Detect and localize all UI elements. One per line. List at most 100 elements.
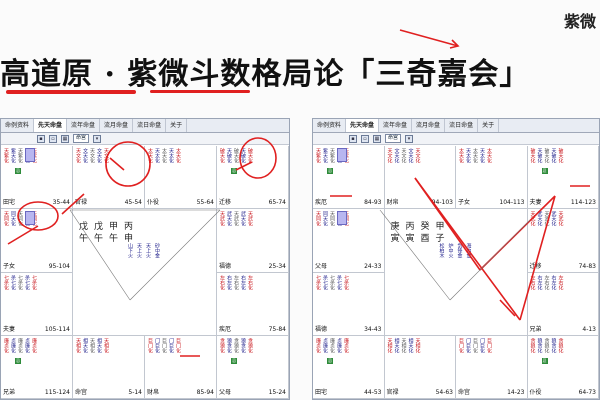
- palace-cell[interactable]: 贪狼化 狼贪化 贪狼化 狼贪化 贪狼化 父母 15-24 忌: [217, 335, 289, 399]
- tab-case-info[interactable]: 命例资料: [313, 119, 347, 132]
- star-column: 门巨化: [168, 337, 174, 353]
- save-icon[interactable]: ▪: [349, 134, 357, 143]
- palace-cell[interactable]: 巨门化 门巨化 巨门化 门巨化 巨门化 财帛 85-94: [145, 335, 217, 399]
- grid-icon[interactable]: ▦: [373, 134, 381, 143]
- tab-natal-chart[interactable]: 先天命盘: [346, 119, 380, 132]
- star-column: 天武化: [529, 211, 536, 227]
- chevron-down-icon[interactable]: ▾: [405, 134, 414, 143]
- nayin-columns: 松柏木 炉中火 剑锋金 海中金: [439, 243, 472, 258]
- tab-natal-chart[interactable]: 先天命盘: [34, 119, 68, 132]
- marker-badge: 忌: [15, 168, 21, 174]
- star-column: 天太化: [154, 148, 160, 163]
- marker-badge: 忌: [231, 168, 237, 174]
- chevron-down-icon[interactable]: ▾: [93, 134, 102, 143]
- star-column: 廉贞化: [3, 337, 9, 353]
- palace-cell[interactable]: 巨门化 门巨化 巨门化 门巨化 巨门化 命宫 14-23: [456, 335, 528, 399]
- print-icon[interactable]: ▫: [49, 134, 57, 143]
- palace-cell[interactable]: 天武化 武天化 天武化 武天化 天武化 福德 25-34: [217, 209, 289, 273]
- palace-cell[interactable]: 左右化 右左化 左右化 右左化 左右化 疾厄 75-84: [217, 272, 289, 336]
- palace-cell[interactable]: 天同化同天化天同化同天化天同化父母 24-33: [313, 209, 385, 273]
- star-column: 文天化: [407, 148, 414, 163]
- star-list: 左右化 右左化 左右化 右左化 左右化: [219, 275, 286, 290]
- tab-case-info[interactable]: 命例资料: [1, 119, 35, 132]
- palace-name: 命宫: [75, 389, 88, 396]
- palace-name: 迁移: [529, 262, 542, 270]
- palace-cell[interactable]: 七杀化 杀七化 七杀化 杀七化 七杀化 福德 34-43: [313, 272, 385, 336]
- star-column: 天文化: [386, 148, 393, 163]
- star-column: 天文化: [400, 148, 407, 163]
- left-chart-grid: 天紫化紫天化天紫化紫天化天紫化田宅35-44忌天文化文天化天文化文天化天文化官禄…: [1, 146, 289, 399]
- palace-cell[interactable]: 天武化 武天化 天武化 武天化 天武化 迁移 74-83: [527, 209, 599, 273]
- palace-cell[interactable]: 天文化 文天化 天文化 文天化 天文化 财帛 94-103: [384, 146, 456, 210]
- star-column: 廉贞化: [31, 337, 37, 353]
- palace-name: 兄弟: [529, 325, 542, 333]
- star-column: 武天化: [550, 211, 557, 227]
- star-column: 七杀化: [17, 274, 23, 290]
- star-column: 相天化: [407, 337, 414, 353]
- palace-cell[interactable]: 天紫化紫天化天紫化紫天化天紫化田宅 35-44 忌: [1, 146, 73, 210]
- star-column: 破天化: [233, 148, 239, 163]
- palace-cell[interactable]: 左右化 右左化 左右化 右左化 左右化 兄弟 4-13: [527, 272, 599, 336]
- star-column: 同天化: [10, 211, 16, 227]
- grid-icon[interactable]: ▦: [61, 134, 69, 143]
- tab-daily-chart[interactable]: 流日命盘: [133, 119, 167, 132]
- palace-cell[interactable]: 天紫化紫天化天紫化紫天化天紫化疾厄 84-93 忌: [313, 146, 385, 210]
- tab-about[interactable]: 关于: [166, 119, 188, 132]
- save-icon[interactable]: ▪: [37, 134, 45, 143]
- marker-badge: 忌: [327, 168, 333, 174]
- palace-name: 福德: [315, 325, 328, 333]
- palace-cell[interactable]: 天相化 相天化 天相化 相天化 天相化 官禄 54-63: [384, 335, 456, 399]
- age-range: 115-124: [44, 389, 70, 396]
- star-column: 天太化: [465, 148, 471, 163]
- star-column: 武天化: [226, 211, 232, 227]
- palace-cell[interactable]: 太天化 天太化 太天化 天太化 太天化 仆役 55-64: [145, 146, 217, 210]
- palace-cell[interactable]: 太天化 天太化 太天化 天太化 太天化 子女 104-113: [456, 146, 528, 210]
- nayin: 天上火: [145, 243, 151, 259]
- star-column: 左右化: [219, 274, 225, 290]
- page-title: 高道原 · 紫微斗数格局论「三奇嘉会」: [0, 57, 531, 92]
- star-column: 紫天化: [10, 148, 16, 163]
- palace-cell[interactable]: 七杀化 杀七化 七杀化 杀七化 七杀化 夫妻 105-114: [1, 272, 73, 336]
- palace-cell[interactable]: 破天化 天破化 破天化 天破化 破天化 夫妻 114-123 忌: [527, 146, 599, 210]
- highlighted-star: [25, 211, 35, 226]
- star-list: 天紫化紫天化天紫化紫天化天紫化: [3, 148, 70, 163]
- tab-yearly-chart[interactable]: 流年命盘: [67, 119, 101, 132]
- palace-cell[interactable]: 廉贞化 贞廉化 廉贞化 贞廉化 廉贞化 兄弟 115-124 忌: [1, 335, 73, 399]
- marker-badge: 忌: [541, 168, 548, 174]
- age-range: 45-54: [124, 199, 142, 207]
- palace-cell[interactable]: 天文化 文天化 天文化 文天化 天文化 官禄 45-54: [73, 146, 145, 210]
- branch: 寅: [390, 234, 400, 245]
- palace-cell[interactable]: 廉贞化 贞廉化 廉贞化 贞廉化 廉贞化 田宅 44-53 忌: [313, 335, 385, 399]
- star-column: 七杀化: [31, 274, 37, 290]
- tab-monthly-chart[interactable]: 流月命盘: [100, 119, 134, 132]
- palace-cell[interactable]: 破天化 天破化 破天化 天破化 破天化 迁移 65-74 忌: [217, 146, 289, 210]
- star-list: 天武化 武天化 天武化 武天化 天武化: [219, 211, 286, 226]
- palace-name: 疾厄: [315, 199, 328, 207]
- star-column: 狼贪化: [536, 337, 543, 353]
- age-range: 14-23: [507, 389, 525, 396]
- star-column: 天同化: [329, 211, 335, 227]
- palace-name: 福德: [219, 262, 232, 270]
- star-column: 左右化: [543, 274, 550, 290]
- tab-about[interactable]: 关于: [478, 119, 500, 132]
- star-column: 天破化: [240, 148, 246, 163]
- palace-select[interactable]: 命宫: [385, 134, 402, 143]
- palace-name: 迁移: [219, 199, 232, 207]
- palace-select[interactable]: 命宫: [73, 134, 90, 143]
- star-column: 天紫化: [3, 148, 9, 163]
- star-column: 太天化: [458, 148, 464, 163]
- tab-daily-chart[interactable]: 流日命盘: [445, 119, 479, 132]
- age-range: 95-104: [48, 262, 70, 270]
- palace-cell[interactable]: 天相化 相天化 天相化 相天化 天相化 命宫 5-14: [73, 335, 145, 399]
- star-column: 门巨化: [154, 337, 160, 353]
- star-column: 右左化: [550, 274, 557, 290]
- tab-yearly-chart[interactable]: 流年命盘: [379, 119, 413, 132]
- nayin: 炉中火: [447, 243, 454, 259]
- palace-cell[interactable]: 贪狼化 狼贪化 贪狼化 狼贪化 贪狼化 仆役 64-73 忌: [527, 335, 599, 399]
- print-icon[interactable]: ▫: [361, 134, 369, 143]
- right-chart-window: 命例资料 先天命盘 流年命盘 流月命盘 流日命盘 关于 ▪ ▫ ▦ 命宫 ▾ 天…: [312, 118, 600, 400]
- star-list: 天相化 相天化 天相化 相天化 天相化: [387, 338, 454, 353]
- palace-cell[interactable]: 天同化同天化天同化同天化天同化子女 95-104: [1, 209, 73, 273]
- star-column: 天文化: [414, 148, 421, 163]
- tab-monthly-chart[interactable]: 流月命盘: [412, 119, 446, 132]
